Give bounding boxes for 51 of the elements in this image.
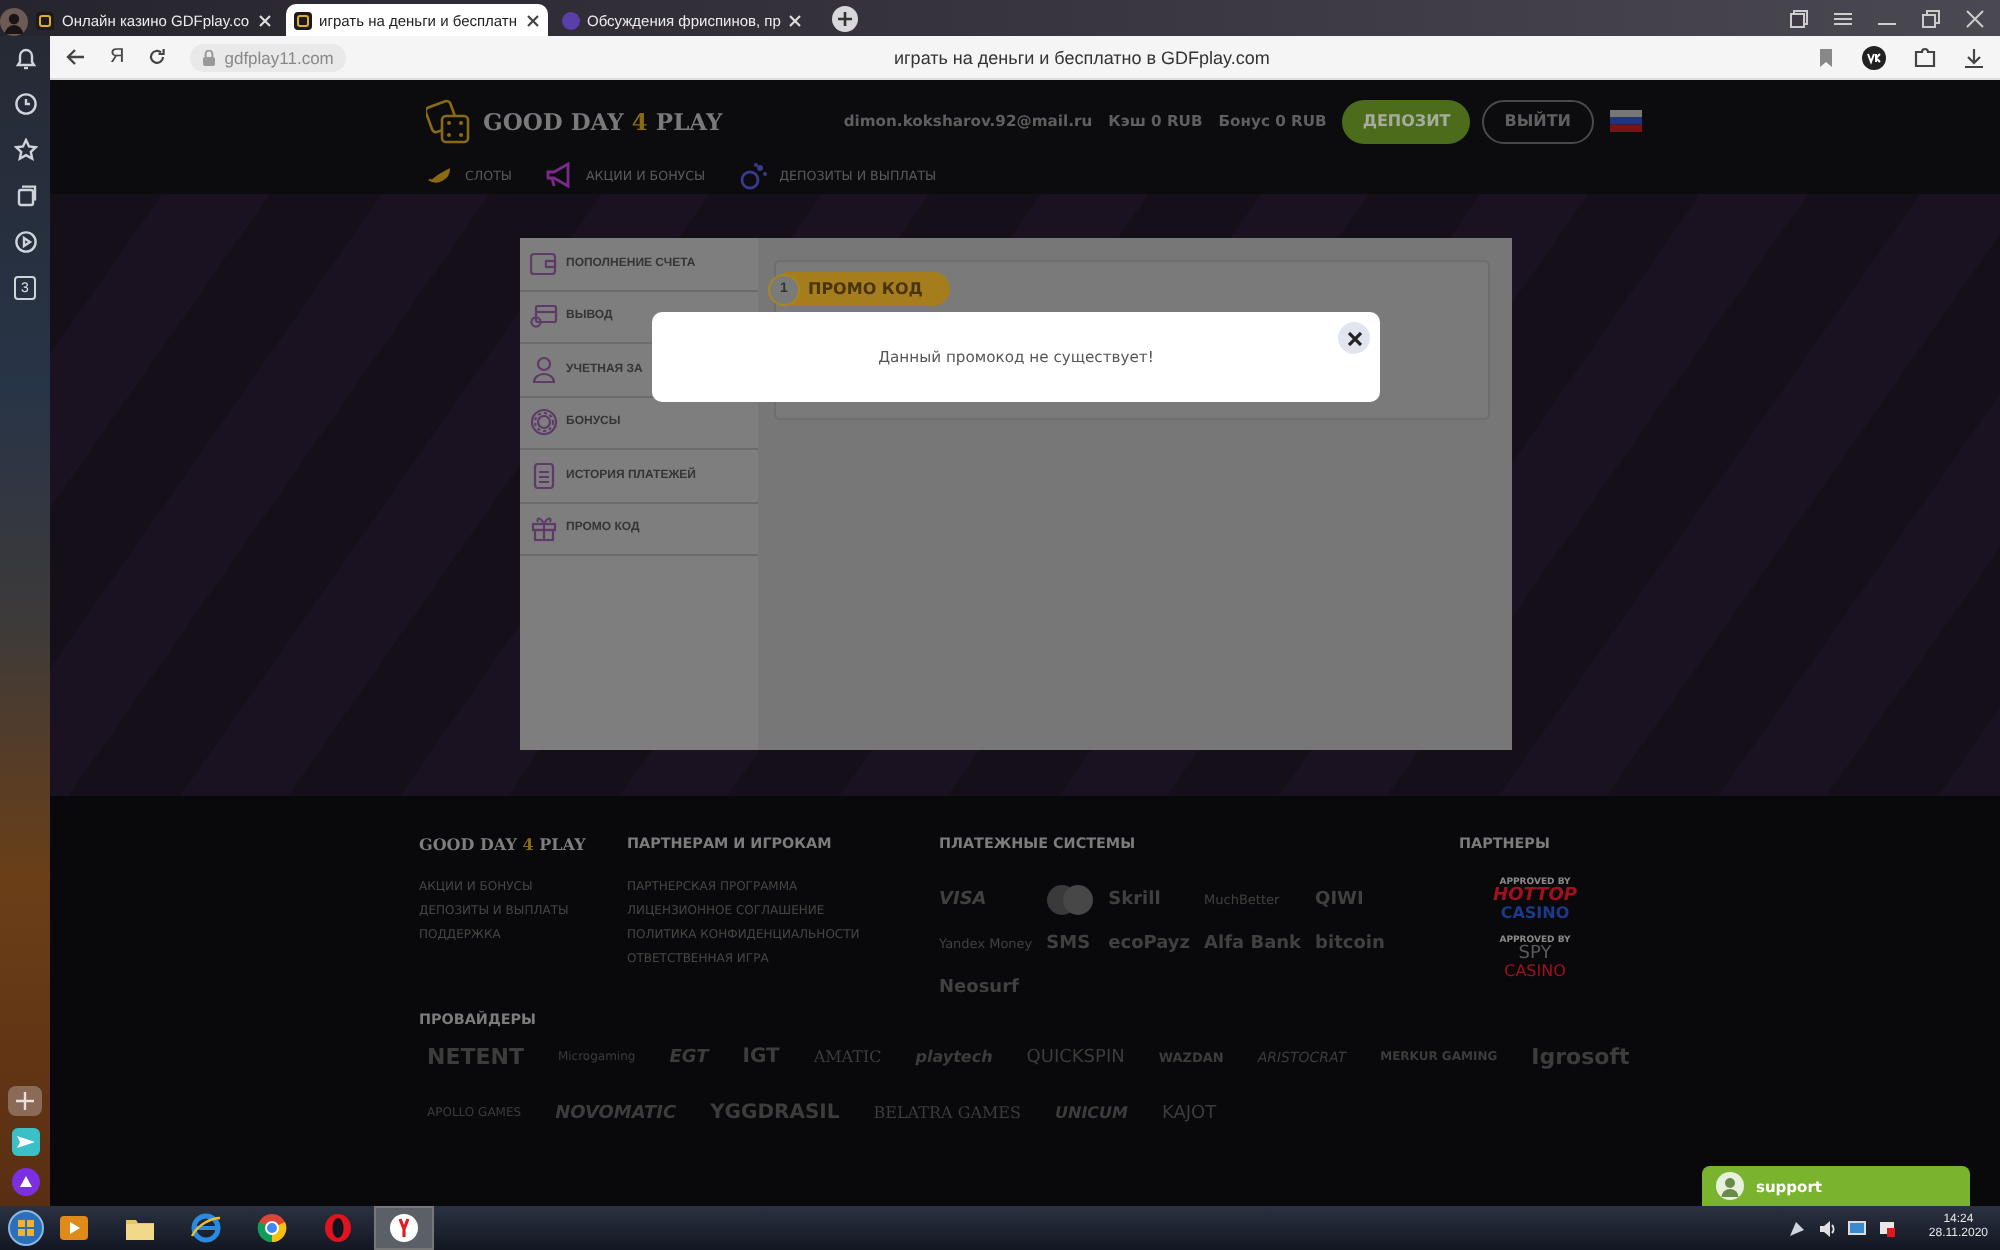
- chip-icon: [530, 408, 558, 437]
- menu-icon[interactable]: [1834, 11, 1852, 25]
- avatar-icon: [1716, 1172, 1744, 1200]
- gift-icon: [530, 514, 558, 543]
- app-icon[interactable]: [388, 1212, 420, 1244]
- new-tab-button[interactable]: [832, 6, 859, 32]
- speaker-icon[interactable]: [1818, 1219, 1837, 1237]
- circles-logo-icon: [1046, 884, 1095, 916]
- megaphone-icon: [546, 162, 574, 190]
- yandex-button[interactable]: Я: [110, 46, 125, 68]
- extension-icon[interactable]: [1914, 46, 1936, 68]
- close-button[interactable]: [1338, 322, 1370, 354]
- circle-icon: [561, 11, 580, 29]
- logout-button[interactable]: ВЫЙТИ: [1482, 99, 1593, 143]
- tabs-icon[interactable]: [1790, 9, 1808, 27]
- plus-icon: [838, 12, 853, 26]
- start-button[interactable]: [8, 1210, 44, 1246]
- app-icon[interactable]: [190, 1212, 222, 1244]
- logo-text: GOOD DAY 4 PLAY: [483, 107, 723, 135]
- avatar-icon[interactable]: [0, 8, 28, 36]
- restore-icon[interactable]: [1922, 9, 1940, 27]
- extension-icon[interactable]: [1862, 45, 1886, 69]
- app-icon[interactable]: [58, 1212, 90, 1244]
- back-icon[interactable]: [66, 48, 86, 66]
- bell-icon[interactable]: [13, 46, 37, 70]
- bookmark-icon[interactable]: [1818, 47, 1834, 67]
- clock-icon[interactable]: [13, 92, 37, 116]
- wallet-icon: [530, 249, 558, 278]
- user-icon: [530, 355, 558, 384]
- page-title: играть на деньги и бесплатно в GDFplay.com: [892, 47, 1272, 67]
- flag-icon[interactable]: [1878, 1219, 1897, 1237]
- close-icon: [1347, 331, 1361, 345]
- lock-icon: [202, 49, 217, 65]
- reload-icon[interactable]: [148, 48, 167, 66]
- card-icon: [530, 302, 558, 331]
- document-icon: [530, 461, 558, 490]
- deposit-button[interactable]: ДЕПОЗИТ: [1342, 99, 1471, 143]
- add-button[interactable]: [8, 1086, 42, 1116]
- display-icon[interactable]: [1848, 1219, 1867, 1237]
- assistant-icon[interactable]: [11, 1168, 39, 1196]
- close-icon[interactable]: [525, 13, 540, 27]
- app-icon[interactable]: [256, 1212, 288, 1244]
- play-icon[interactable]: [13, 230, 37, 254]
- coins-icon: [739, 162, 768, 190]
- footer-logo: GOOD DAY 4 PLAY: [419, 834, 588, 854]
- download-icon[interactable]: [1964, 47, 1984, 67]
- collection-icon[interactable]: [13, 184, 37, 208]
- send-icon[interactable]: [11, 1128, 39, 1156]
- plus-icon: [16, 1092, 34, 1110]
- star-icon[interactable]: [13, 138, 37, 162]
- address-field[interactable]: gdfplay11.com: [190, 43, 346, 71]
